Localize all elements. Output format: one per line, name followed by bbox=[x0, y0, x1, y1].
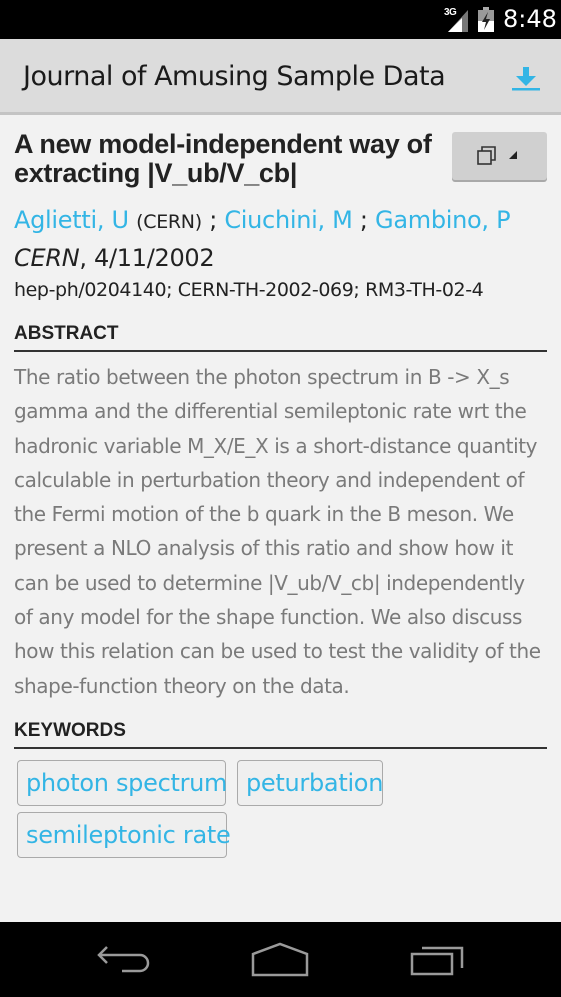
share-dropdown-button[interactable] bbox=[452, 132, 547, 180]
dropdown-triangle-icon bbox=[509, 151, 517, 159]
abstract-line: present a NLO analysis of this ratio and… bbox=[14, 536, 514, 561]
navigation-bar bbox=[0, 922, 561, 997]
abstract-line: how this relation can be used to test th… bbox=[14, 639, 541, 664]
abstract-line: the Fermi motion of the b quark in the B… bbox=[14, 502, 514, 527]
download-button[interactable] bbox=[508, 61, 544, 97]
home-icon bbox=[251, 942, 309, 977]
author-affiliation: (CERN) bbox=[136, 211, 202, 233]
copy-icon bbox=[477, 146, 496, 165]
recent-apps-button[interactable] bbox=[408, 940, 472, 980]
author-separator: ; bbox=[359, 206, 376, 234]
signal-icon bbox=[448, 10, 468, 32]
keywords-heading: KEYWORDS bbox=[14, 720, 547, 749]
download-icon bbox=[512, 67, 540, 91]
abstract-line: calculable in perturbation theory and in… bbox=[14, 467, 525, 492]
journal-name: CERN bbox=[14, 244, 80, 272]
author-separator: ; bbox=[209, 206, 225, 234]
author-link[interactable]: Gambino, P bbox=[375, 206, 511, 234]
abstract-line: hadronic variable M_X/E_X is a short-dis… bbox=[14, 433, 538, 458]
publication-info: CERN, 4/11/2002 bbox=[14, 244, 215, 272]
keyword-chip[interactable]: photon spectrum bbox=[17, 760, 227, 806]
abstract-line: gamma and the differential semileptonic … bbox=[14, 399, 527, 424]
article-title: A new model-independent way of extractin… bbox=[14, 129, 432, 188]
app-title: Journal of Amusing Sample Data bbox=[23, 61, 446, 92]
abstract-text: The ratio between the photon spectrum in… bbox=[14, 360, 547, 703]
recent-apps-icon bbox=[410, 946, 464, 976]
author-link[interactable]: Aglietti, U bbox=[14, 206, 129, 234]
keyword-chip[interactable]: peturbation bbox=[237, 760, 383, 806]
action-bar: Journal of Amusing Sample Data bbox=[0, 39, 561, 115]
author-list: Aglietti, U (CERN) ; Ciuchini, M ; Gambi… bbox=[14, 206, 511, 234]
abstract-line: shape-function theory on the data. bbox=[14, 673, 350, 698]
battery-charging-icon bbox=[478, 7, 494, 32]
report-numbers: hep-ph/0204140; CERN-TH-2002-069; RM3-TH… bbox=[14, 279, 484, 301]
publication-date: , 4/11/2002 bbox=[79, 244, 215, 272]
status-bar: 3G 8:48 bbox=[0, 0, 561, 39]
abstract-line: of any model for the shape function. We … bbox=[14, 605, 523, 630]
abstract-line: The ratio between the photon spectrum in… bbox=[14, 365, 510, 389]
abstract-line: can be used to determine |V_ub/V_cb| ind… bbox=[14, 570, 525, 595]
home-button[interactable] bbox=[248, 940, 312, 980]
back-button[interactable] bbox=[92, 940, 156, 980]
author-link[interactable]: Ciuchini, M bbox=[224, 206, 353, 234]
keyword-chip[interactable]: semileptonic rate bbox=[17, 812, 231, 858]
abstract-heading: ABSTRACT bbox=[14, 323, 547, 352]
clock: 8:48 bbox=[503, 5, 557, 33]
back-icon bbox=[97, 946, 150, 973]
